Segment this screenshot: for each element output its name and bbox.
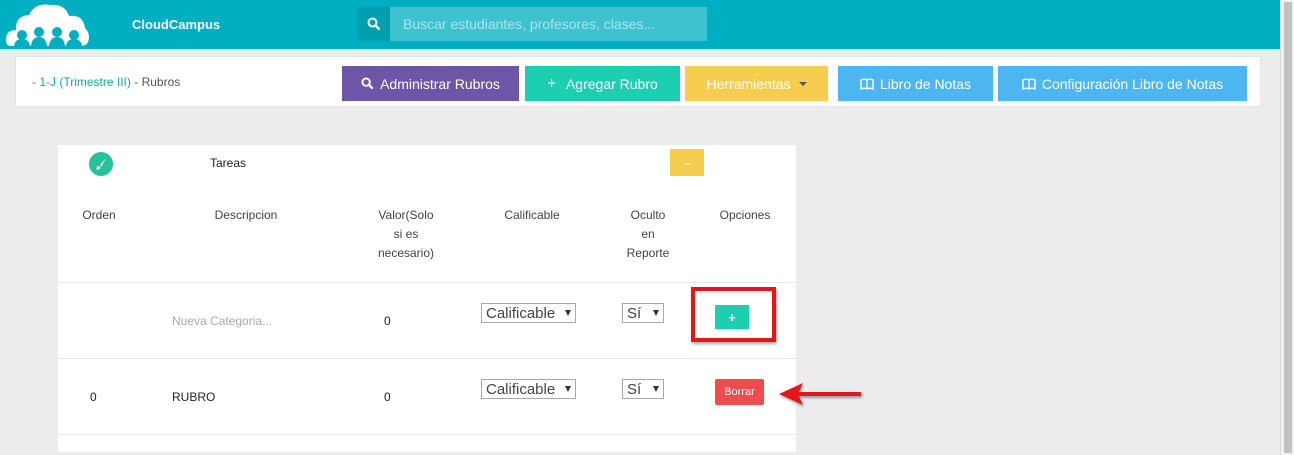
collapse-category-button[interactable]: –	[670, 149, 704, 176]
row-value[interactable]: 0	[384, 390, 391, 404]
row-gradable-select[interactable]: Calificable	[481, 379, 576, 399]
highlight-annotation-box	[691, 287, 776, 342]
row-divider	[58, 282, 796, 283]
dropdown-arrow-icon	[653, 386, 659, 392]
new-row-hidden-select[interactable]: Sí	[622, 303, 664, 323]
dropdown-arrow-icon	[565, 386, 571, 392]
new-row-gradable-select[interactable]: Calificable	[481, 303, 576, 323]
manage-rubrics-label: Administrar Rubros	[380, 75, 500, 92]
top-navbar: CloudCampus	[0, 0, 1280, 49]
dropdown-arrow-icon	[565, 310, 571, 316]
page-header: - 1-J (Trimestre III) - Rubros Administr…	[15, 56, 1261, 107]
new-row-value-input[interactable]: 0	[384, 314, 391, 328]
gradebook-label: Libro de Notas	[879, 75, 972, 92]
header-description: Descripcion	[214, 208, 278, 222]
header-gradable: Calificable	[504, 208, 560, 222]
search-icon	[361, 77, 374, 90]
tools-dropdown-button[interactable]: Herramientas	[685, 66, 828, 101]
row-hidden-select[interactable]: Sí	[622, 379, 664, 399]
search-button[interactable]	[357, 7, 390, 41]
scrollbar-thumb[interactable]	[1284, 2, 1292, 453]
header-order: Orden	[82, 208, 116, 222]
book-icon	[1022, 78, 1036, 90]
row-description[interactable]: RUBRO	[172, 390, 215, 404]
row-divider	[58, 434, 796, 435]
breadcrumb-class-link[interactable]: - 1-J (Trimestre III)	[32, 75, 131, 89]
dropdown-arrow-icon	[653, 310, 659, 316]
manage-rubrics-button[interactable]: Administrar Rubros	[342, 66, 519, 101]
gradebook-config-label: Configuración Libro de Notas	[1041, 75, 1224, 92]
new-category-input[interactable]: Nueva Categoria...	[172, 314, 272, 328]
add-rubric-button[interactable]: + Agregar Rubro	[525, 66, 680, 101]
search-input[interactable]	[390, 7, 707, 41]
caret-down-icon	[798, 81, 807, 86]
book-icon	[860, 78, 874, 90]
red-arrow-annotation-icon	[779, 383, 861, 405]
header-hidden-in-report: Oculto en Reporte	[626, 208, 670, 260]
add-rubric-label: Agregar Rubro	[565, 75, 658, 92]
row-order: 0	[90, 390, 97, 404]
breadcrumb-current: - Rubros	[134, 75, 181, 89]
row-divider	[58, 358, 796, 359]
delete-rubric-button[interactable]: Borrar	[715, 379, 764, 405]
tools-label: Herramientas	[706, 75, 791, 92]
header-options: Opciones	[719, 208, 771, 222]
header-value: Valor(Solo si es necesario)	[377, 208, 435, 260]
vertical-scrollbar[interactable]	[1280, 0, 1294, 455]
search-icon	[367, 17, 380, 31]
rubrics-table-panel: Tareas – Orden Descripcion Valor(Solo si…	[58, 145, 796, 452]
cloud-logo-icon[interactable]	[5, 2, 89, 48]
breadcrumb: - 1-J (Trimestre III) - Rubros	[32, 75, 180, 89]
plus-icon: +	[547, 75, 556, 92]
gradebook-button[interactable]: Libro de Notas	[838, 66, 993, 101]
category-title: Tareas	[210, 156, 247, 170]
brand-name[interactable]: CloudCampus	[132, 17, 220, 32]
gradebook-config-button[interactable]: Configuración Libro de Notas	[998, 66, 1247, 101]
paintbrush-icon	[89, 152, 113, 176]
